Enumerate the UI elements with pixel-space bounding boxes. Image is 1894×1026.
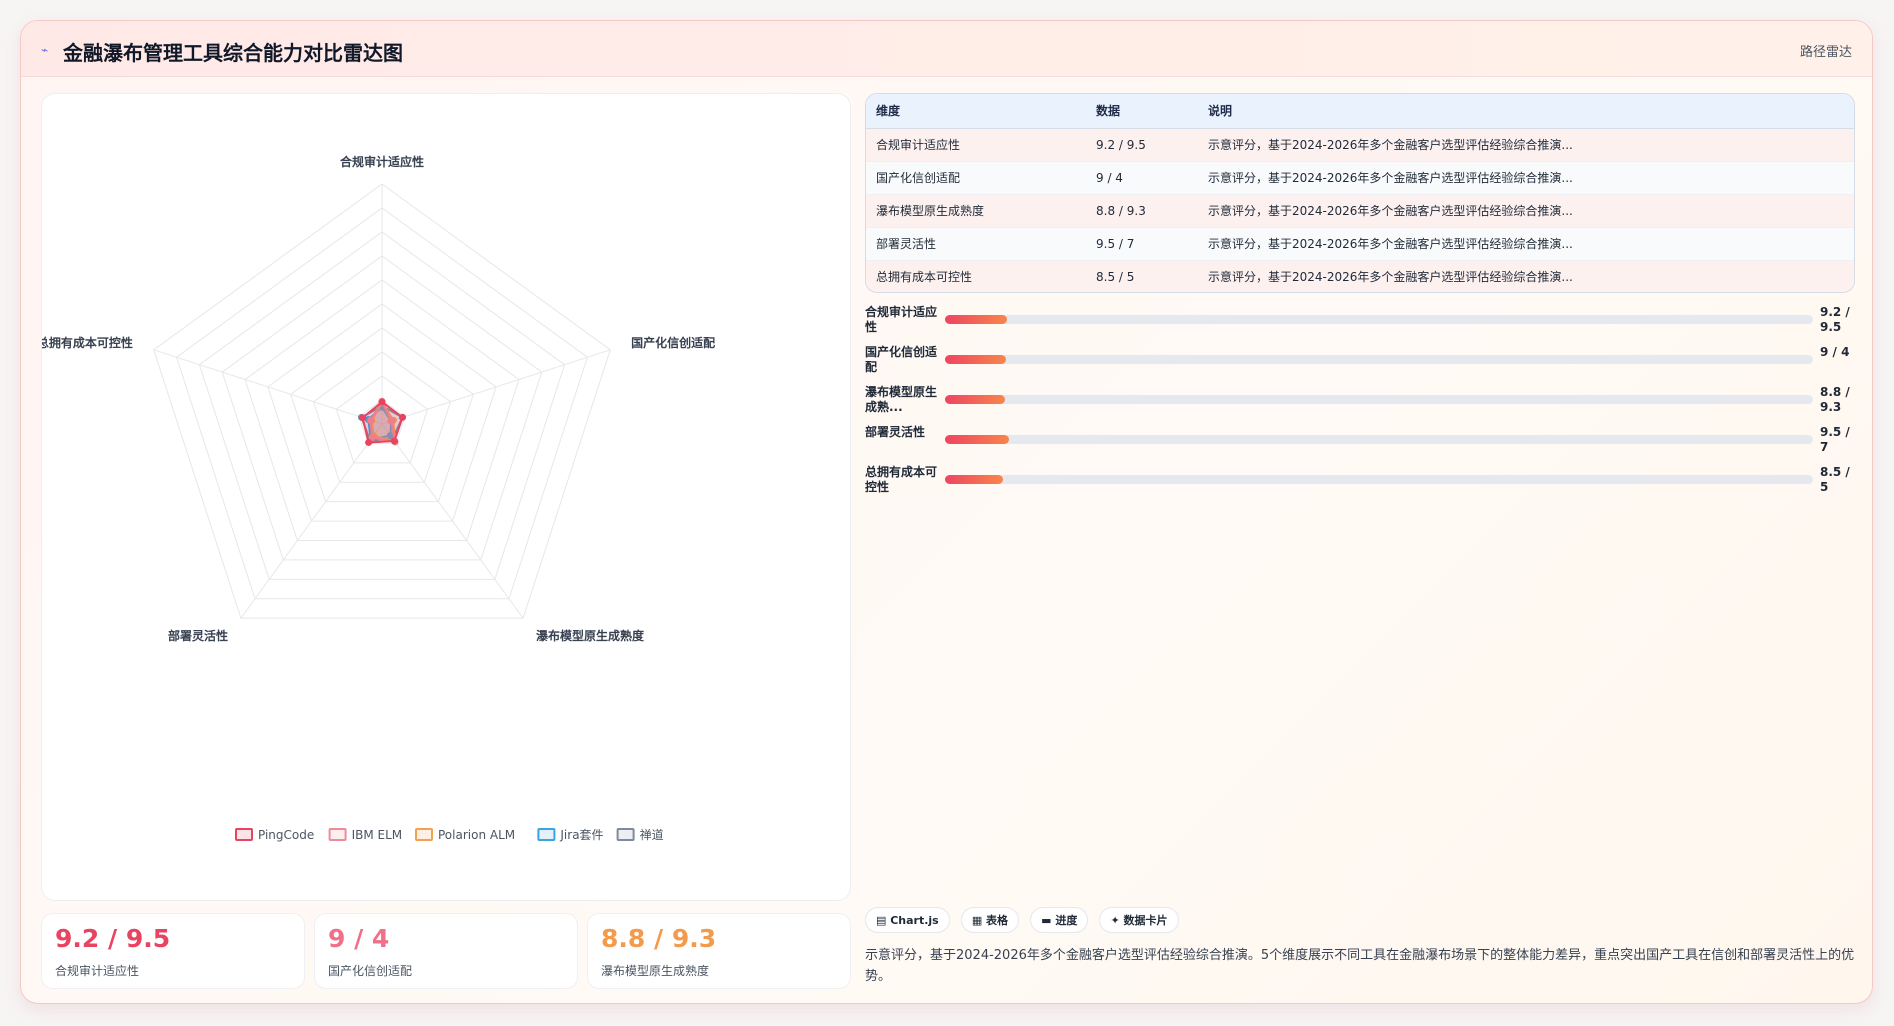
kpi-label: 瀑布模型原生成熟度 [601, 964, 710, 978]
column-header-description[interactable]: 说明 [1198, 94, 1854, 129]
page-title: 金融瀑布管理工具综合能力对比雷达图 [63, 41, 403, 65]
progress-item: 总拥有成本可控性 8.5 / 5 [865, 463, 1855, 503]
cell-dimension: 总拥有成本可控性 [866, 260, 1086, 292]
radar-chart: 合规审计适应性国产化信创适配瀑布模型原生成熟度 部署灵活性 总拥有成本可控性 Ping… [42, 154, 715, 842]
table-row[interactable]: 国产化信创适配 9 / 4 示意评分，基于2024-2026年多个金融客户选型评… [866, 161, 1854, 195]
progress-fill [945, 395, 1005, 404]
kpi-label: 合规审计适应性 [55, 964, 140, 978]
radar-axis-label: 瀑布模型原生成熟度 [536, 628, 645, 643]
legend-swatch [235, 828, 253, 841]
progress-value: 8.8 / 9.3 [1820, 385, 1850, 414]
card-header: ⌁ 金融瀑布管理工具综合能力对比雷达图 路径雷达 [21, 21, 1872, 77]
kpi-value: 9.2 / 9.5 [55, 924, 171, 953]
progress-fill [945, 435, 1010, 444]
progress-item: 部署灵活性 9.5 / 7 [865, 423, 1855, 463]
chart-card: ⌁ 金融瀑布管理工具综合能力对比雷达图 路径雷达 合规审计适应性 国产化信创适配瀑… [20, 20, 1873, 1004]
progress-label: 瀑布模型原生成熟... [865, 385, 938, 414]
radar-data-point [390, 437, 398, 445]
chart-note: 示意评分，基于2024-2026年多个金融客户选型评估经验综合推演。5个维度展示… [865, 948, 1855, 984]
cell-data: 8.5 / 5 [1086, 260, 1198, 292]
tab-data-cards[interactable]: ✦ 数据卡片 [1099, 907, 1179, 933]
radar-data-point [399, 413, 407, 421]
progress-item: 合规审计适应性 9.2 / 9.5 [865, 303, 1855, 343]
progress-value: 9 / 4 [1820, 345, 1850, 359]
radar-chart-panel: 合规审计适应性国产化信创适配瀑布模型原生成熟度 部署灵活性 总拥有成本可控性 Ping… [41, 93, 851, 901]
progress-value: 8.5 / 5 [1820, 465, 1850, 494]
cell-description: 示意评分，基于2024-2026年多个金融客户选型评估经验综合推演... [1198, 128, 1854, 162]
column-header-dimension[interactable]: 维度 [866, 94, 1086, 129]
kpi-card: 9.2 / 9.5 合规审计适应性 [41, 913, 305, 989]
legend-label: 禅道 [640, 828, 664, 842]
table-row[interactable]: 总拥有成本可控性 8.5 / 5 示意评分，基于2024-2026年多个金融客户… [866, 260, 1854, 292]
cell-data: 9 / 4 [1086, 161, 1198, 195]
cell-description: 示意评分，基于2024-2026年多个金融客户选型评估经验综合推演... [1198, 161, 1854, 195]
kpi-value: 9 / 4 [328, 924, 390, 953]
tab-table[interactable]: ▦ 表格 [960, 907, 1020, 933]
progress-track [945, 435, 1813, 444]
radar-data-point [378, 398, 386, 406]
cell-dimension: 合规审计适应性 [866, 128, 1086, 162]
radar-axis-label: 合规审计适应性 [340, 154, 424, 169]
radar-series-area [361, 400, 404, 444]
legend-swatch [616, 828, 635, 841]
radar-data-point [359, 414, 367, 422]
progress-label: 合规审计适应性 [865, 305, 938, 334]
cell-description: 示意评分，基于2024-2026年多个金融客户选型评估经验综合推演... [1198, 260, 1854, 292]
progress-track [945, 315, 1813, 324]
kpi-card: 9 / 4 国产化信创适配 [314, 913, 578, 989]
column-header-data[interactable]: 数据 [1086, 94, 1198, 129]
view-tabs: ▤ Chart.js ▦ 表格 ▬ 进度 ✦ 数据卡片 [865, 907, 1185, 933]
progress-list: 合规审计适应性 9.2 / 9.5 国产化信创适配 9 / 4 瀑布模型原生成熟… [865, 303, 1855, 503]
cell-data: 8.8 / 9.3 [1086, 194, 1198, 228]
cell-dimension: 部署灵活性 [866, 227, 1086, 261]
radar-axis-label: 部署灵活性 [168, 628, 228, 643]
cell-data: 9.5 / 7 [1086, 227, 1198, 261]
progress-track [945, 395, 1813, 404]
kpi-cards: 9.2 / 9.5 合规审计适应性 9 / 4 国产化信创适配 8.8 / 9.… [41, 913, 851, 989]
legend-label: PingCode [258, 828, 314, 842]
cell-description: 示意评分，基于2024-2026年多个金融客户选型评估经验综合推演... [1198, 227, 1854, 261]
cell-dimension: 国产化信创适配 [866, 161, 1086, 195]
progress-fill [945, 355, 1007, 364]
progress-value: 9.2 / 9.5 [1820, 305, 1850, 334]
legend-swatch [415, 828, 433, 841]
legend-label: IBM ELM [352, 828, 403, 842]
radar-axis-line [153, 349, 383, 425]
progress-item: 国产化信创适配 9 / 4 [865, 343, 1855, 383]
legend-label: Jira套件 [559, 828, 603, 842]
cell-dimension: 瀑布模型原生成熟度 [866, 194, 1086, 228]
progress-value: 9.5 / 7 [1820, 425, 1850, 454]
legend-swatch [328, 828, 347, 841]
table-row[interactable]: 瀑布模型原生成熟度 8.8 / 9.3 示意评分，基于2024-2026年多个金… [866, 194, 1854, 228]
progress-fill [945, 315, 1008, 324]
tab-chartjs[interactable]: ▤ Chart.js [865, 907, 950, 933]
kpi-value: 8.8 / 9.3 [601, 924, 717, 953]
cell-data: 9.2 / 9.5 [1086, 128, 1198, 162]
progress-label: 部署灵活性 [865, 425, 926, 439]
radar-axis-label: 国产化信创适配 [631, 335, 715, 350]
progress-track [945, 355, 1813, 364]
tab-progress[interactable]: ▬ 进度 [1030, 907, 1089, 933]
path-radar-link[interactable]: 路径雷达 [1800, 41, 1852, 60]
cell-description: 示意评分，基于2024-2026年多个金融客户选型评估经验综合推演... [1198, 194, 1854, 228]
progress-track [945, 475, 1813, 484]
progress-fill [945, 475, 1003, 484]
kpi-label: 国产化信创适配 [328, 964, 413, 978]
kpi-card: 8.8 / 9.3 瀑布模型原生成熟度 [587, 913, 851, 989]
radar-data-point [365, 438, 373, 446]
radar-axis-line [381, 349, 611, 425]
legend-swatch [537, 828, 556, 841]
progress-item: 瀑布模型原生成熟... 8.8 / 9.3 [865, 383, 1855, 423]
chart-line-icon: ⌁ [41, 43, 49, 57]
data-table: 维度 数据 说明 合规审计适应性 9.2 / 9.5 示意评分，基于2024-2… [865, 93, 1855, 293]
progress-label: 总拥有成本可控性 [865, 465, 938, 494]
radar-axis-label: 总拥有成本可控性 [42, 335, 133, 350]
legend-label: Polarion ALM [438, 828, 515, 842]
progress-label: 国产化信创适配 [865, 345, 938, 374]
table-header-row: 维度 数据 说明 [866, 94, 1854, 129]
table-row[interactable]: 部署灵活性 9.5 / 7 示意评分，基于2024-2026年多个金融客户选型评… [866, 227, 1854, 261]
table-row[interactable]: 合规审计适应性 9.2 / 9.5 示意评分，基于2024-2026年多个金融客… [866, 128, 1854, 162]
